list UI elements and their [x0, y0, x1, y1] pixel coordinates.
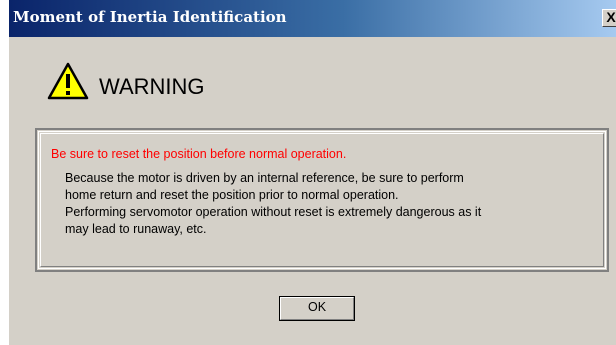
message-line: home return and reset the position prior… [65, 188, 399, 202]
message-line: Because the motor is driven by an intern… [65, 171, 464, 185]
ok-button[interactable]: OK [279, 296, 355, 321]
ok-button-label: OK [307, 300, 327, 314]
title-bar[interactable]: Moment of Inertia Identification X [9, 0, 616, 37]
background-edge [0, 0, 9, 345]
alert-message: Be sure to reset the position before nor… [51, 147, 347, 161]
dialog-title: Moment of Inertia Identification [13, 8, 287, 26]
message-panel: Be sure to reset the position before nor… [35, 128, 609, 272]
message-line: may lead to runaway, etc. [65, 222, 207, 236]
close-button[interactable]: X [602, 9, 616, 27]
warning-triangle-icon [47, 62, 89, 100]
warning-label: WARNING [99, 74, 205, 99]
dialog-window: Moment of Inertia Identification X WARNI… [0, 0, 616, 345]
message-body: Because the motor is driven by an intern… [65, 170, 585, 238]
message-line: Performing servomotor operation without … [65, 205, 482, 219]
close-icon: X [606, 9, 616, 25]
